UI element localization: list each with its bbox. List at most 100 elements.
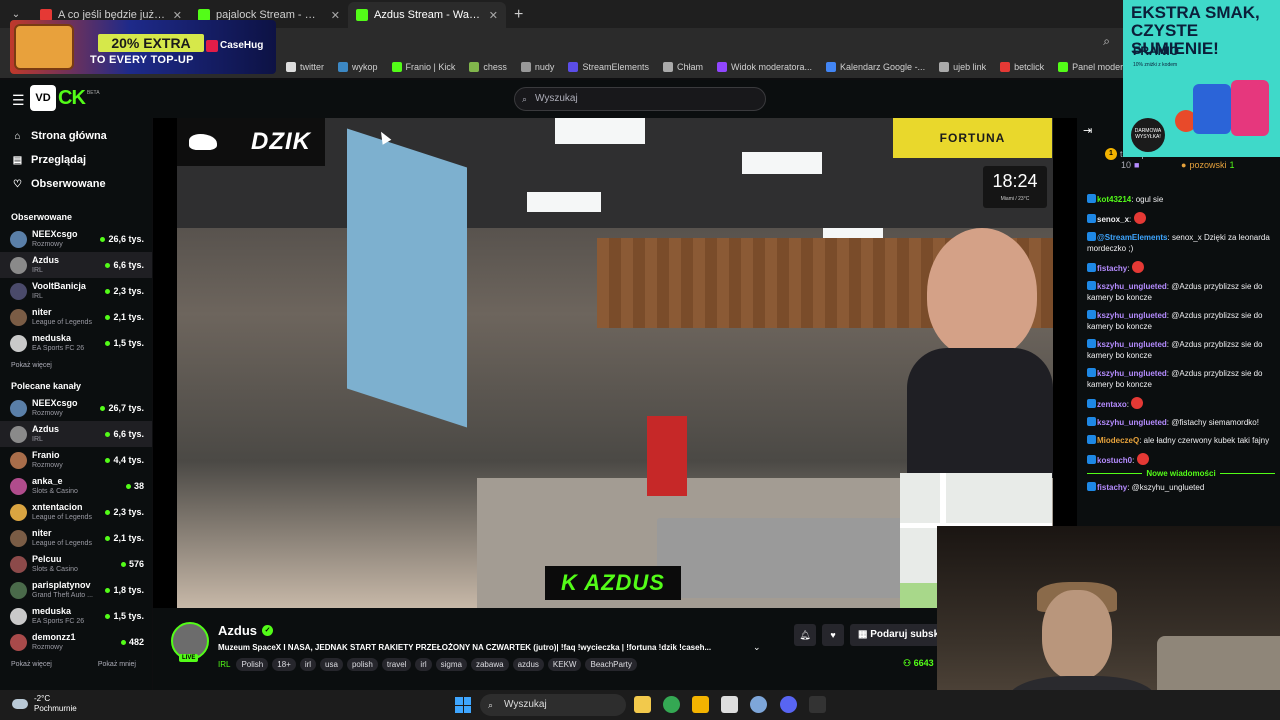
followed-channel-meduska[interactable]: meduska EA Sports FC 26 1,5 tys. — [0, 330, 152, 356]
viewer-count: 26,6 tys. — [100, 234, 144, 244]
zoom-icon[interactable]: ⌕ — [1103, 34, 1110, 49]
stream-tag[interactable]: sigma — [435, 658, 467, 671]
stream-tag[interactable]: Polish — [236, 658, 269, 671]
followed-channel-vooltbanicja[interactable]: VooltBanicja IRL 2,3 tys. — [0, 278, 152, 304]
bookmark-twitter[interactable]: twitter — [286, 62, 324, 72]
new-tab-button[interactable]: + — [514, 6, 523, 24]
subscriber-badge-icon — [1087, 214, 1096, 223]
chat-username[interactable]: MiodeczeQ — [1097, 436, 1139, 445]
stream-tag[interactable]: BeachParty — [585, 658, 637, 671]
file-explorer-icon[interactable] — [634, 696, 651, 713]
show-more-recommended[interactable]: Pokaż więcej — [11, 661, 52, 668]
bookmark-chess[interactable]: chess — [469, 62, 507, 72]
casehug-ad-banner[interactable]: 20% EXTRA TO EVERY TOP-UP CaseHug — [10, 20, 276, 74]
chat-username[interactable]: kszyhu_unglueted — [1097, 340, 1167, 349]
bookmark-nudy[interactable]: nudy — [520, 62, 554, 72]
chat-username[interactable]: kszyhu_unglueted — [1097, 418, 1167, 427]
close-tab-icon[interactable]: ✕ — [331, 9, 340, 22]
chat-username[interactable]: senox_x — [1097, 215, 1129, 224]
new-messages-divider[interactable]: Nowe wiadomości — [1087, 469, 1275, 478]
recommended-channel-franio[interactable]: Franio Rozmowy 4,4 tys. — [0, 447, 152, 473]
stream-tag[interactable]: polish — [346, 658, 378, 671]
bookmark-ujeb-link[interactable]: ujeb link — [939, 62, 986, 72]
stream-tag[interactable]: 18+ — [272, 658, 296, 671]
app-icon[interactable] — [721, 696, 738, 713]
channel-avatar — [10, 425, 27, 443]
stream-tag[interactable]: irl — [415, 658, 432, 671]
live-dot-icon — [105, 288, 111, 294]
bookmark-franio[interactable]: Franio | Kick — [391, 62, 455, 72]
chat-username[interactable]: fistachy — [1097, 483, 1127, 492]
bookmark-widok-moderatora[interactable]: Widok moderatora... — [716, 62, 812, 72]
chat-username[interactable]: @StreamElements — [1097, 233, 1168, 242]
gift-sub-button[interactable]: ▦ Podaruj subsk — [850, 624, 940, 646]
recommended-channel-parisplatynov[interactable]: parisplatynov Grand Theft Auto ... 1,8 tys… — [0, 577, 152, 603]
follow-heart-button[interactable]: ♥ — [822, 624, 844, 646]
app-icon[interactable] — [692, 696, 709, 713]
kick-logo[interactable]: VD CK BETA — [30, 85, 100, 111]
followed-channel-azdus[interactable]: Azdus IRL 6,6 tys. — [0, 252, 152, 278]
dzik-overlay-logo: DZIK — [177, 118, 325, 166]
recommended-channel-xntentacion[interactable]: xntentacion League of Legends 2,3 tys. — [0, 499, 152, 525]
recommended-channel-meduska[interactable]: meduska EA Sports FC 26 1,5 tys. — [0, 603, 152, 629]
collapse-chat-icon[interactable]: ⇥ — [1083, 124, 1092, 137]
chat-username[interactable]: kostuch0 — [1097, 456, 1132, 465]
followed-channel-neexcsgo[interactable]: NEEXcsgo Rozmowy 26,6 tys. — [0, 226, 152, 252]
chat-username[interactable]: kszyhu_unglueted — [1097, 282, 1167, 291]
taskbar-search[interactable]: ⌕ Wyszukaj — [480, 694, 626, 716]
windows-start-icon[interactable] — [455, 697, 471, 713]
chat-username[interactable]: kszyhu_unglueted — [1097, 369, 1167, 378]
terminal-icon[interactable] — [809, 696, 826, 713]
recommended-channel-pelcuu[interactable]: Pelcuu Slots & Casino 576 — [0, 551, 152, 577]
nav-following[interactable]: ♡ Obserwowane — [0, 172, 152, 196]
stream-tag[interactable]: zabawa — [470, 658, 509, 671]
stream-tag[interactable]: azdus — [512, 658, 544, 671]
live-dot-icon — [105, 431, 111, 437]
franio-ad-banner[interactable]: EKSTRA SMAK, CZYSTE SUMIENIE! FRANIO 10%… — [1123, 0, 1280, 157]
followed-channel-niter[interactable]: niter League of Legends 2,1 tys. — [0, 304, 152, 330]
discord-icon[interactable] — [780, 696, 797, 713]
channel-avatar — [10, 399, 27, 417]
menu-icon[interactable]: ☰ — [12, 92, 25, 109]
channel-category: EA Sports FC 26 — [32, 618, 85, 625]
chevron-down-icon[interactable]: ⌄ — [753, 642, 761, 653]
search-input[interactable]: ⌕ Wyszukaj — [514, 87, 766, 111]
bookmark-betclick[interactable]: betclick — [1000, 62, 1044, 72]
chat-text: : — [1132, 456, 1135, 465]
stream-tag[interactable]: usa — [320, 658, 343, 671]
streamer-name[interactable]: Azdus — [218, 623, 257, 638]
channel-avatar — [10, 607, 27, 625]
close-tab-icon[interactable]: ✕ — [489, 9, 498, 22]
recommended-channel-azdus[interactable]: Azdus IRL 6,6 tys. — [0, 421, 152, 447]
bookmark-wykop[interactable]: wykop — [338, 62, 378, 72]
search-placeholder: Wyszukaj — [535, 93, 578, 104]
live-dot-icon — [105, 535, 111, 541]
channel-avatar — [10, 308, 27, 326]
recommended-channel-demonzz1[interactable]: demonzz1 Rozmowy 482 — [0, 629, 152, 655]
category-link[interactable]: IRL — [218, 660, 230, 669]
nav-home[interactable]: ⌂ Strona główna — [0, 124, 152, 148]
show-less-recommended[interactable]: Pokaż mniej — [98, 661, 136, 668]
weather-widget[interactable]: -2°C Pochmurnie — [12, 694, 77, 714]
stream-tag[interactable]: irl — [299, 658, 317, 671]
stream-tag[interactable]: KEKW — [547, 658, 582, 671]
bookmark-kalendarz[interactable]: Kalendarz Google -... — [826, 62, 925, 72]
chat-username[interactable]: kot43214 — [1097, 195, 1131, 204]
chat-username[interactable]: zentaxo — [1097, 400, 1127, 409]
recommended-channel-neexcsgo[interactable]: NEEXcsgo Rozmowy 26,7 tys. — [0, 395, 152, 421]
channel-name: parisplatynov — [32, 580, 91, 590]
nav-browse[interactable]: ▤ Przeglądaj — [0, 148, 152, 172]
chrome-icon[interactable] — [663, 696, 680, 713]
bookmark-streamelements[interactable]: StreamElements — [568, 62, 649, 72]
recommended-channel-niter[interactable]: niter League of Legends 2,1 tys. — [0, 525, 152, 551]
stream-title: Muzeum SpaceX I NASA, JEDNAK START RAKIE… — [218, 643, 712, 652]
chat-username[interactable]: fistachy — [1097, 264, 1127, 273]
show-more-followed[interactable]: Pokaż więcej — [11, 362, 52, 369]
chat-username[interactable]: kszyhu_unglueted — [1097, 311, 1167, 320]
bookmark-chlam[interactable]: Chłam — [662, 62, 703, 72]
stream-tag[interactable]: travel — [381, 658, 412, 671]
recommended-channel-anka_e[interactable]: anka_e Slots & Casino 38 — [0, 473, 152, 499]
browser-tab-3-active[interactable]: Azdus Stream - Watch Live on Kick ✕ — [348, 2, 506, 28]
settings-icon[interactable] — [750, 696, 767, 713]
notification-bell-button[interactable]: 🔔︎ — [794, 624, 816, 646]
